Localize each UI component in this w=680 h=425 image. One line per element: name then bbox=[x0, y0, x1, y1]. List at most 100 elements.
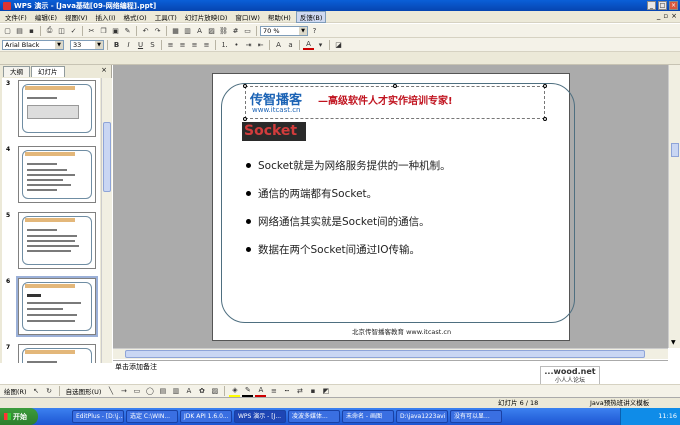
textbox-icon[interactable]: A bbox=[194, 25, 205, 36]
decrease-indent-icon[interactable]: ⇤ bbox=[255, 39, 266, 50]
underline-icon[interactable]: U bbox=[135, 39, 146, 50]
open-icon[interactable]: ▤ bbox=[14, 25, 25, 36]
font-color-icon[interactable]: A bbox=[303, 39, 314, 50]
spellcheck-icon[interactable]: ✓ bbox=[68, 25, 79, 36]
numbering-icon[interactable]: ⒈ bbox=[219, 39, 230, 50]
picture-icon[interactable]: ▨ bbox=[209, 386, 220, 397]
tab-outline[interactable]: 大纲 bbox=[3, 66, 30, 77]
menu-feedback[interactable]: 反馈(B) bbox=[295, 10, 327, 23]
bullet-item[interactable]: 网络通信其实就是Socket间的通信。 bbox=[246, 214, 430, 229]
bullet-item[interactable]: 数据在两个Socket间通过IO传输。 bbox=[246, 242, 420, 257]
menu-tools[interactable]: 工具(T) bbox=[152, 12, 180, 22]
scroll-thumb[interactable] bbox=[125, 350, 645, 358]
chart-icon[interactable]: ▥ bbox=[182, 25, 193, 36]
preview-icon[interactable]: ◫ bbox=[56, 25, 67, 36]
shadow-icon[interactable]: ▪ bbox=[307, 386, 318, 397]
paste-icon[interactable]: ▣ bbox=[110, 25, 121, 36]
doc-minimize-button[interactable]: _ bbox=[657, 12, 661, 20]
draw-menu-button[interactable]: 绘图(R) bbox=[2, 386, 29, 396]
taskbar-item[interactable]: 未命名 - 画图 bbox=[342, 410, 394, 423]
font-name-select[interactable]: Arial Black ▼ bbox=[2, 39, 64, 50]
bullet-item[interactable]: 通信的两端都有Socket。 bbox=[246, 186, 377, 201]
doc-close-button[interactable]: × bbox=[671, 12, 677, 20]
menu-insert[interactable]: 插入(I) bbox=[93, 12, 119, 22]
3d-icon[interactable]: ◩ bbox=[320, 386, 331, 397]
grow-font-icon[interactable]: A bbox=[273, 39, 284, 50]
new-icon[interactable]: ▢ bbox=[2, 25, 13, 36]
textbox-icon[interactable]: ▤ bbox=[157, 386, 168, 397]
italic-icon[interactable]: I bbox=[123, 39, 134, 50]
thumbnail-scrollbar[interactable] bbox=[101, 78, 112, 363]
resize-handle[interactable] bbox=[243, 117, 247, 121]
grid-icon[interactable]: # bbox=[230, 25, 241, 36]
autoshape-menu-button[interactable]: 自选图形(U) bbox=[64, 386, 104, 396]
hyperlink-icon[interactable]: ⛓ bbox=[218, 25, 229, 36]
menu-view[interactable]: 视图(V) bbox=[62, 12, 91, 22]
slide-thumbnail[interactable] bbox=[18, 146, 96, 203]
new-slide-icon[interactable]: ▭ bbox=[242, 25, 253, 36]
bullet-item[interactable]: Socket就是为网络服务提供的一种机制。 bbox=[246, 158, 451, 173]
window-titlebar[interactable]: WPS 演示 - [Java基础[09-网络编程].ppt] _ □ × bbox=[0, 0, 680, 11]
rectangle-icon[interactable]: ▭ bbox=[131, 386, 142, 397]
align-left-icon[interactable]: ≡ bbox=[165, 39, 176, 50]
format-painter-icon[interactable]: ✎ bbox=[122, 25, 133, 36]
menu-format[interactable]: 格式(O) bbox=[121, 12, 150, 22]
bullets-icon[interactable]: • bbox=[231, 39, 242, 50]
justify-icon[interactable]: ≡ bbox=[201, 39, 212, 50]
editor-horizontal-scrollbar[interactable] bbox=[113, 348, 668, 359]
scroll-thumb[interactable] bbox=[671, 143, 679, 157]
clock[interactable]: 11:16 bbox=[658, 412, 677, 420]
redo-icon[interactable]: ↷ bbox=[152, 25, 163, 36]
doc-restore-button[interactable]: ▫ bbox=[663, 12, 668, 20]
dash-style-icon[interactable]: ┅ bbox=[281, 386, 292, 397]
resize-handle[interactable] bbox=[543, 84, 547, 88]
slide-thumbnail[interactable] bbox=[18, 80, 96, 137]
ellipse-icon[interactable]: ◯ bbox=[144, 386, 155, 397]
menu-slideshow[interactable]: 幻灯片放映(D) bbox=[182, 12, 231, 22]
resize-handle[interactable] bbox=[543, 117, 547, 121]
arrow-style-icon[interactable]: ⇄ bbox=[294, 386, 305, 397]
font-color-icon[interactable]: A bbox=[255, 386, 267, 397]
resize-handle[interactable] bbox=[243, 84, 247, 88]
undo-icon[interactable]: ↶ bbox=[140, 25, 151, 36]
slide-thumbnail-selected[interactable] bbox=[16, 276, 98, 337]
scroll-thumb[interactable] bbox=[103, 122, 111, 192]
taskbar-item[interactable]: 选定 C:\WIN... bbox=[126, 410, 178, 423]
bold-icon[interactable]: B bbox=[111, 39, 122, 50]
select-arrow-icon[interactable]: ↖ bbox=[31, 386, 42, 397]
print-icon[interactable]: ⎙ bbox=[44, 25, 55, 36]
shadow-icon[interactable]: S bbox=[147, 39, 158, 50]
menu-help[interactable]: 帮助(H) bbox=[265, 12, 294, 22]
align-right-icon[interactable]: ≡ bbox=[189, 39, 200, 50]
line-color-icon[interactable]: ✎ bbox=[242, 386, 254, 397]
minimize-button[interactable]: _ bbox=[647, 1, 656, 10]
taskbar-item[interactable]: 凌波多媒体... bbox=[288, 410, 340, 423]
resize-handle[interactable] bbox=[393, 84, 397, 88]
cut-icon[interactable]: ✂ bbox=[86, 25, 97, 36]
zoom-select[interactable]: 70 % ▼ bbox=[260, 25, 308, 36]
chevron-down-icon[interactable]: ▾ bbox=[315, 39, 326, 50]
rotate-icon[interactable]: ↻ bbox=[44, 386, 55, 397]
next-slide-icon[interactable]: ▼ bbox=[671, 339, 676, 346]
align-center-icon[interactable]: ≡ bbox=[177, 39, 188, 50]
taskbar-item[interactable]: D:\java1223avi bbox=[396, 410, 448, 423]
taskbar-item[interactable]: EditPlus - [D:\j... bbox=[72, 410, 124, 423]
start-button[interactable]: 开始 bbox=[0, 408, 38, 425]
help-icon[interactable]: ? bbox=[309, 25, 320, 36]
picture-icon[interactable]: ▨ bbox=[206, 25, 217, 36]
wordart-icon[interactable]: A bbox=[183, 386, 194, 397]
vertical-textbox-icon[interactable]: ▥ bbox=[170, 386, 181, 397]
maximize-button[interactable]: □ bbox=[658, 1, 667, 10]
tab-slides[interactable]: 幻灯片 bbox=[31, 66, 65, 77]
save-icon[interactable]: ▪ bbox=[26, 25, 37, 36]
font-size-select[interactable]: 33 ▼ bbox=[70, 39, 104, 50]
slide-thumbnail[interactable] bbox=[18, 344, 96, 363]
arrow-icon[interactable]: → bbox=[118, 386, 129, 397]
menu-file[interactable]: 文件(F) bbox=[2, 12, 30, 22]
taskbar-item[interactable]: JDK API 1.6.0... bbox=[180, 410, 232, 423]
line-icon[interactable]: ╲ bbox=[105, 386, 116, 397]
taskbar-item[interactable]: 没有可以显... bbox=[450, 410, 502, 423]
line-style-icon[interactable]: ≡ bbox=[268, 386, 279, 397]
design-icon[interactable]: ◪ bbox=[333, 39, 344, 50]
shrink-font-icon[interactable]: a bbox=[285, 39, 296, 50]
